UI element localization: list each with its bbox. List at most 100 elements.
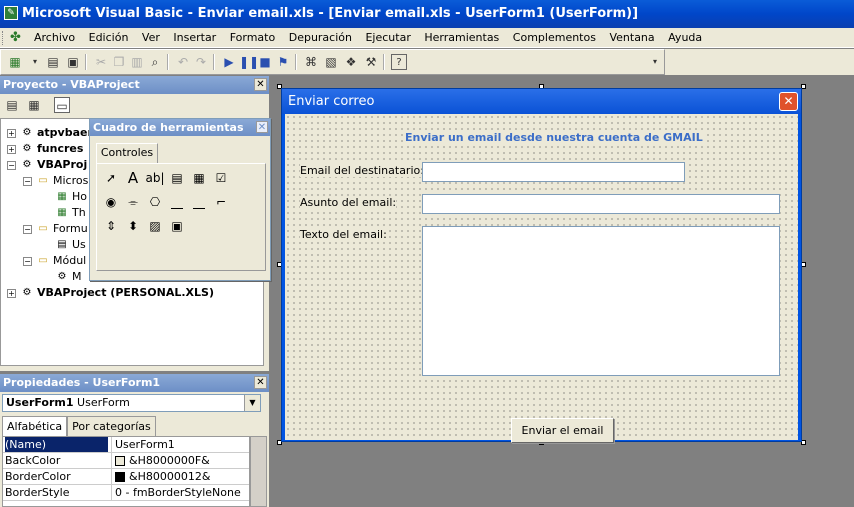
tree-item[interactable]: + ⚙ VBAProject (PERSONAL.XLS) [7,285,214,300]
property-value[interactable]: UserForm1 [111,437,175,452]
expand-icon[interactable]: + [7,128,16,138]
subject-field[interactable] [422,194,780,214]
listbox-icon[interactable]: ▦ [189,168,209,188]
property-row[interactable]: BackColor &H8000000F& [3,453,249,469]
menu-formato[interactable]: Formato [230,31,276,44]
tree-item[interactable]: − ⚙ VBAProj [7,157,87,172]
property-key: BorderColor [5,470,71,483]
tree-item[interactable]: ▦ Th [55,205,85,220]
send-email-button[interactable]: Enviar el email [511,418,614,443]
optionbutton-icon[interactable]: ◉ [101,192,121,212]
run-icon[interactable]: ▶ [221,54,237,70]
tree-item[interactable]: ▦ Ho [55,189,87,204]
tab-alfabetica[interactable]: Alfabética [2,416,68,436]
view-object-icon[interactable]: ▦ [26,97,42,113]
standard-toolbar: ▦ ▾ ▤ ▣ ✂ ❐ ▥ ⌕ ↶ ↷ ▶ ❚❚ ■ ⚑ ⌘ ▧ ❖ ⚒ ? ▾ [0,49,665,75]
object-selector[interactable]: UserForm1 UserForm ▼ [2,394,261,412]
checkbox-icon[interactable]: ☑ [211,168,231,188]
textbox-icon[interactable]: ab| [145,168,165,188]
collapse-icon[interactable]: − [7,160,16,170]
tab-por-categorias[interactable]: Por categorías [67,416,156,436]
combobox-icon[interactable]: ▤ [167,168,187,188]
property-value[interactable]: &H8000000F& [111,453,210,468]
save-icon[interactable]: ▣ [65,54,81,70]
toolbox-icon[interactable]: ⚒ [363,54,379,70]
close-icon[interactable]: ✕ [256,121,268,133]
scrollbar-icon[interactable]: ⇕ [101,216,121,236]
menu-archivo[interactable]: Archivo [34,31,75,44]
excel-icon[interactable]: ▦ [7,54,23,70]
tree-label: Módul [53,254,87,267]
vb-icon[interactable]: ✤ [10,30,21,45]
spinbutton-icon[interactable]: ⬍ [123,216,143,236]
expand-icon[interactable]: + [7,144,16,154]
find-icon[interactable]: ⌕ [147,54,163,70]
userform-window[interactable]: Enviar correo ✕ Enviar un email desde nu… [281,88,802,443]
menu-depuracion[interactable]: Depuración [289,31,352,44]
tree-item[interactable]: − ▭ Formu [23,221,88,236]
property-value[interactable]: &H80000012& [111,469,210,484]
tree-item[interactable]: + ⚙ atpvbaen [7,125,95,140]
insert-dropdown-icon[interactable]: ▾ [27,54,43,70]
property-row[interactable]: BorderStyle 0 - fmBorderStyleNone [3,485,249,501]
help-icon[interactable]: ? [391,54,407,70]
worksheet-icon: ▦ [57,191,67,202]
tree-item[interactable]: + ⚙ funcres [7,141,83,156]
property-row[interactable]: BorderColor &H80000012& [3,469,249,485]
label-icon[interactable]: A [123,168,143,188]
userform-body[interactable]: Enviar un email desde nuestra cuenta de … [285,114,798,443]
tree-item[interactable]: − ▭ Micros [23,173,88,188]
body-textarea[interactable] [422,226,780,376]
menu-ejecutar[interactable]: Ejecutar [365,31,410,44]
commandbutton-icon[interactable]: ⎽ [167,192,187,212]
pause-icon[interactable]: ❚❚ [239,54,259,70]
paste-icon[interactable]: ▥ [129,54,145,70]
undo-icon[interactable]: ↶ [175,54,191,70]
form-heading: Enviar un email desde nuestra cuenta de … [405,131,703,144]
menu-insertar[interactable]: Insertar [173,31,216,44]
collapse-icon[interactable]: − [23,224,32,234]
menu-ver[interactable]: Ver [142,31,160,44]
cut-icon[interactable]: ✂ [93,54,109,70]
menu-edicion[interactable]: Edición [89,31,129,44]
copy-icon[interactable]: ❐ [111,54,127,70]
redo-icon[interactable]: ↷ [193,54,209,70]
project-explorer-icon[interactable]: ⌘ [303,54,319,70]
design-mode-icon[interactable]: ⚑ [275,54,291,70]
menu-ayuda[interactable]: Ayuda [668,31,702,44]
tree-item[interactable]: ⚙ M [55,269,82,284]
object-browser-icon[interactable]: ❖ [343,54,359,70]
property-row[interactable]: (Name) UserForm1 [3,437,249,453]
tree-item[interactable]: ▤ Us [55,237,86,252]
email-field[interactable] [422,162,685,182]
stop-icon[interactable]: ■ [257,54,273,70]
multipage-icon[interactable]: ⌐ [211,192,231,212]
property-key: (Name) [5,437,108,452]
tabstrip-icon[interactable]: ⎽ [189,192,209,212]
togglebutton-icon[interactable]: ⌯ [123,192,143,212]
tab-controles[interactable]: Controles [96,143,158,163]
close-icon[interactable]: ✕ [254,376,267,389]
properties-scrollbar[interactable] [250,436,267,507]
folder-icon: ▭ [38,175,48,186]
refedit-icon[interactable]: ▣ [167,216,187,236]
tree-item[interactable]: − ▭ Módul [23,253,86,268]
properties-window-icon[interactable]: ▧ [323,54,339,70]
image-icon[interactable]: ▨ [145,216,165,236]
frame-icon[interactable]: ⎔ [145,192,165,212]
collapse-icon[interactable]: − [23,176,32,186]
property-value[interactable]: 0 - fmBorderStyleNone [111,485,241,500]
toolbar-options-icon[interactable]: ▾ [647,54,663,70]
collapse-icon[interactable]: − [23,256,32,266]
insert-userform-icon[interactable]: ▤ [45,54,61,70]
menu-complementos[interactable]: Complementos [513,31,596,44]
pointer-icon[interactable]: ➚ [101,168,121,188]
menu-herramientas[interactable]: Herramientas [424,31,499,44]
chevron-down-icon[interactable]: ▼ [244,395,260,411]
menu-ventana[interactable]: Ventana [609,31,654,44]
view-code-icon[interactable]: ▤ [4,97,20,113]
toggle-folders-icon[interactable]: ▭ [54,97,70,113]
close-icon[interactable]: ✕ [779,92,798,111]
expand-icon[interactable]: + [7,288,16,298]
close-icon[interactable]: ✕ [254,78,267,91]
